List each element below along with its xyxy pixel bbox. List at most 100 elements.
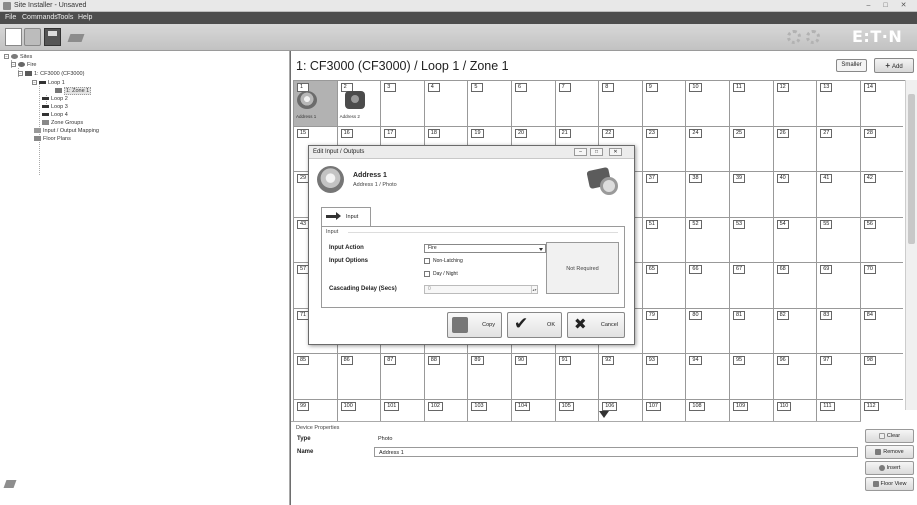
address-cell[interactable]: 52 [685, 217, 729, 263]
address-cell[interactable]: 3 [380, 81, 424, 127]
address-cell[interactable]: 9 [641, 81, 686, 127]
address-cell[interactable]: 70 [859, 263, 904, 309]
floor-view-button[interactable]: Floor View [865, 477, 914, 491]
address-cell[interactable]: 12 [772, 81, 817, 127]
cancel-button[interactable]: Cancel [567, 312, 625, 338]
menu-file[interactable]: File [5, 14, 16, 21]
save-icon[interactable] [44, 28, 61, 46]
dialog-maximize-button[interactable]: □ [590, 148, 603, 156]
address-cell[interactable]: 86 [336, 354, 381, 400]
address-cell[interactable]: 42 [859, 172, 904, 218]
address-cell[interactable]: 98 [859, 354, 904, 400]
address-cell[interactable]: 67 [729, 263, 773, 309]
address-cell[interactable]: 90 [511, 354, 555, 400]
address-cell[interactable]: 95 [729, 354, 773, 400]
address-cell[interactable]: 85 [293, 354, 337, 400]
name-field[interactable]: Address 1 [374, 447, 858, 457]
address-cell[interactable]: 27 [816, 126, 860, 172]
day-night-checkbox[interactable] [424, 271, 430, 277]
cascading-delay-input[interactable]: 0 ▴▾ [424, 285, 538, 294]
tree-item-fire[interactable]: − Fire [11, 61, 36, 69]
tree-item-loop-2[interactable]: Loop 2 [42, 95, 68, 103]
non-latching-checkbox[interactable] [424, 258, 430, 264]
address-cell[interactable]: 11 [729, 81, 773, 127]
address-cell[interactable]: 83 [816, 308, 860, 354]
dialog-minimize-button[interactable]: – [574, 148, 587, 156]
address-cell[interactable]: 5 [467, 81, 511, 127]
address-cell[interactable]: 2 Address 2 [336, 81, 381, 127]
address-cell[interactable]: 96 [772, 354, 817, 400]
spinner-icon[interactable]: ▴▾ [531, 286, 537, 293]
address-cell[interactable]: 14 [859, 81, 904, 127]
address-cell[interactable]: 68 [772, 263, 817, 309]
input-action-select[interactable]: Fire [424, 244, 546, 253]
address-cell[interactable]: 55 [816, 217, 860, 263]
address-cell[interactable]: 4 [423, 81, 468, 127]
new-file-icon[interactable] [5, 28, 22, 46]
tree-item-io-mapping[interactable]: Input / Output Mapping [34, 127, 99, 135]
address-cell[interactable]: 89 [467, 354, 511, 400]
smaller-button[interactable]: Smaller [836, 59, 867, 72]
address-cell[interactable]: 53 [729, 217, 773, 263]
address-cell[interactable]: 87 [380, 354, 424, 400]
address-cell[interactable]: 82 [772, 308, 817, 354]
tree-item-sites[interactable]: − Sites [4, 53, 32, 61]
address-cell[interactable]: 79 [641, 308, 686, 354]
settings-gear-icon[interactable] [787, 30, 801, 44]
address-cell[interactable]: 69 [816, 263, 860, 309]
menu-tools[interactable]: Tools [57, 14, 73, 21]
grid-scrollbar[interactable] [905, 80, 917, 410]
address-cell[interactable]: 26 [772, 126, 817, 172]
address-cell[interactable]: 88 [423, 354, 468, 400]
address-cell[interactable]: 8 [598, 81, 642, 127]
add-button[interactable]: Add [874, 58, 914, 73]
splitter-arrow-icon[interactable] [599, 411, 609, 418]
address-cell[interactable]: 80 [685, 308, 729, 354]
menu-help[interactable]: Help [78, 14, 92, 21]
address-cell[interactable]: 28 [859, 126, 904, 172]
address-cell[interactable]: 6 [511, 81, 555, 127]
address-cell[interactable]: 10 [685, 81, 729, 127]
address-cell[interactable]: 37 [641, 172, 686, 218]
menu-commands[interactable]: Commands [22, 14, 58, 21]
address-cell[interactable]: 94 [685, 354, 729, 400]
program-icon[interactable] [67, 28, 87, 46]
address-cell[interactable]: 7 [554, 81, 599, 127]
address-cell[interactable]: 84 [859, 308, 904, 354]
dialog-close-button[interactable]: ✕ [609, 148, 622, 156]
tree-item-loop-4[interactable]: Loop 4 [42, 111, 68, 119]
settings-gear-icon[interactable] [806, 30, 820, 44]
remove-button[interactable]: Remove [865, 445, 914, 459]
tree-item-zone-groups[interactable]: Zone Groups [42, 119, 83, 127]
tree-item-floor-plans[interactable]: Floor Plans [34, 135, 71, 143]
address-cell[interactable]: 41 [816, 172, 860, 218]
minimize-button[interactable]: – [862, 1, 875, 10]
address-cell[interactable]: 92 [598, 354, 642, 400]
tree-item-loop-3[interactable]: Loop 3 [42, 103, 68, 111]
address-cell[interactable]: 38 [685, 172, 729, 218]
address-cell[interactable]: 25 [729, 126, 773, 172]
copy-button[interactable]: Copy [447, 312, 502, 338]
address-cell[interactable]: 97 [816, 354, 860, 400]
address-cell[interactable]: 81 [729, 308, 773, 354]
address-cell[interactable]: 54 [772, 217, 817, 263]
maximize-button[interactable]: □ [879, 1, 892, 10]
address-cell[interactable]: 39 [729, 172, 773, 218]
address-cell[interactable]: 1 Address 1 [293, 81, 337, 127]
ok-button[interactable]: OK [507, 312, 562, 338]
address-cell[interactable]: 24 [685, 126, 729, 172]
address-cell[interactable]: 65 [641, 263, 686, 309]
close-button[interactable]: ✕ [897, 1, 910, 10]
tree-item-zone-1[interactable]: 1: Zone 1 [55, 87, 92, 95]
scrollbar-thumb[interactable] [908, 94, 915, 244]
address-cell[interactable]: 23 [641, 126, 686, 172]
tab-input[interactable]: Input [321, 207, 371, 226]
clear-button[interactable]: Clear [865, 429, 914, 443]
open-folder-icon[interactable] [24, 28, 41, 46]
tree-item-panel[interactable]: −1: CF3000 (CF3000) [18, 70, 84, 78]
address-cell[interactable]: 93 [641, 354, 686, 400]
insert-button[interactable]: Insert [865, 461, 914, 475]
address-cell[interactable]: 66 [685, 263, 729, 309]
address-cell[interactable]: 91 [554, 354, 599, 400]
address-cell[interactable]: 51 [641, 217, 686, 263]
